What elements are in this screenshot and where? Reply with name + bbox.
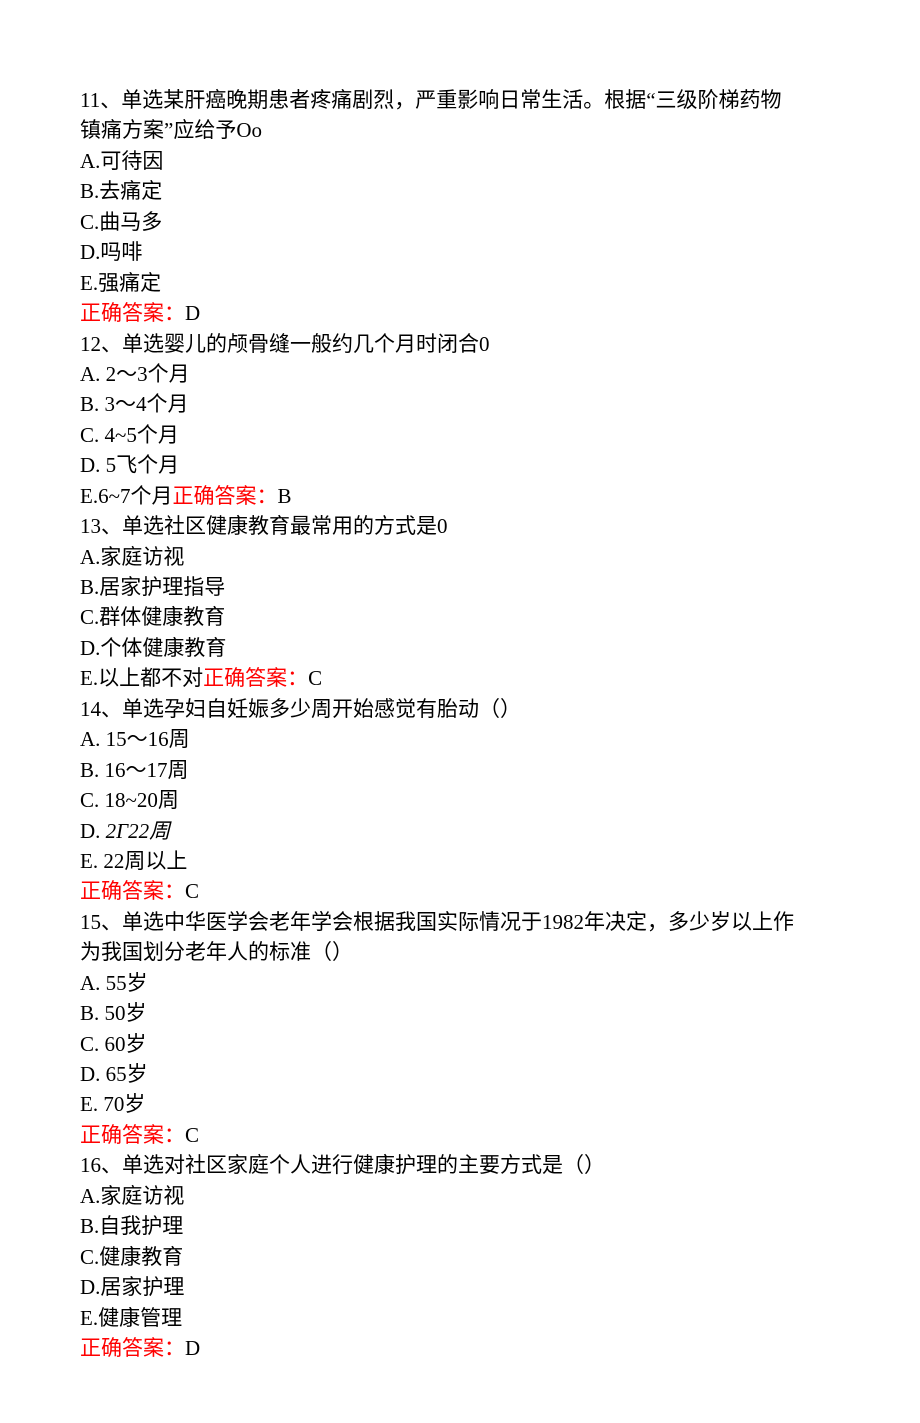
option-b: B.居家护理指导 <box>80 572 840 602</box>
answer-label: 正确答案： <box>203 666 308 690</box>
option-b: B. 16～17周 <box>80 755 840 785</box>
option-c: C. 4~5个月 <box>80 420 840 450</box>
option-d: D.个体健康教育 <box>80 633 840 663</box>
question-stem: 13、单选社区健康教育最常用的方式是0 <box>80 511 840 541</box>
answer-value: D <box>185 1336 200 1360</box>
option-a: A.家庭访视 <box>80 542 840 572</box>
answer-label: 正确答案： <box>80 1123 185 1147</box>
option-a: A.可待因 <box>80 146 840 176</box>
option-d: D.居家护理 <box>80 1272 840 1302</box>
option-a: A. 15～16周 <box>80 724 840 754</box>
option-c: C. 18~20周 <box>80 785 840 815</box>
option-d-italic-text: 2Γ22周 <box>100 819 170 843</box>
answer-value: D <box>185 301 200 325</box>
question-14: 14、单选孕妇自妊娠多少周开始感觉有胎动（） A. 15～16周 B. 16～1… <box>80 694 840 907</box>
option-a: A. 55岁 <box>80 968 840 998</box>
option-e: E. 22周以上 <box>80 846 840 876</box>
option-b: B. 3～4个月 <box>80 389 840 419</box>
option-c: C.群体健康教育 <box>80 602 840 632</box>
option-e: E.6~7个月 <box>80 484 172 508</box>
question-stem: 为我国划分老年人的标准（） <box>80 937 840 967</box>
option-e: E.以上都不对 <box>80 666 203 690</box>
option-e: E.强痛定 <box>80 268 840 298</box>
answer-line: 正确答案：D <box>80 298 840 328</box>
option-b: B.自我护理 <box>80 1211 840 1241</box>
option-b: B.去痛定 <box>80 176 840 206</box>
answer-line: 正确答案：C <box>80 1120 840 1150</box>
option-a: A. 2～3个月 <box>80 359 840 389</box>
answer-label: 正确答案： <box>80 879 185 903</box>
option-c: C.曲马多 <box>80 207 840 237</box>
question-13: 13、单选社区健康教育最常用的方式是0 A.家庭访视 B.居家护理指导 C.群体… <box>80 511 840 694</box>
option-e: E. 70岁 <box>80 1089 840 1119</box>
answer-value: C <box>185 1123 199 1147</box>
answer-value: C <box>185 879 199 903</box>
option-d: D. 5飞个月 <box>80 450 840 480</box>
question-15: 15、单选中华医学会老年学会根据我国实际情况于1982年决定，多少岁以上作 为我… <box>80 907 840 1151</box>
option-b: B. 50岁 <box>80 998 840 1028</box>
option-a: A.家庭访视 <box>80 1181 840 1211</box>
option-e-and-answer: E.6~7个月正确答案：B <box>80 481 840 511</box>
question-16: 16、单选对社区家庭个人进行健康护理的主要方式是（） A.家庭访视 B.自我护理… <box>80 1150 840 1363</box>
answer-value: B <box>277 484 291 508</box>
question-stem: 16、单选对社区家庭个人进行健康护理的主要方式是（） <box>80 1150 840 1180</box>
answer-label: 正确答案： <box>80 301 185 325</box>
question-stem: 15、单选中华医学会老年学会根据我国实际情况于1982年决定，多少岁以上作 <box>80 907 840 937</box>
answer-line: 正确答案：D <box>80 1333 840 1363</box>
question-stem: 11、单选某肝癌晚期患者疼痛剧烈，严重影响日常生活。根据“三级阶梯药物 <box>80 85 840 115</box>
answer-label: 正确答案： <box>172 484 277 508</box>
question-stem: 12、单选婴儿的颅骨缝一般约几个月时闭合0 <box>80 329 840 359</box>
question-12: 12、单选婴儿的颅骨缝一般约几个月时闭合0 A. 2～3个月 B. 3～4个月 … <box>80 329 840 512</box>
question-11: 11、单选某肝癌晚期患者疼痛剧烈，严重影响日常生活。根据“三级阶梯药物 镇痛方案… <box>80 85 840 329</box>
option-d-label: D. <box>80 819 100 843</box>
option-d: D. 65岁 <box>80 1059 840 1089</box>
option-d: D.吗啡 <box>80 237 840 267</box>
answer-line: 正确答案：C <box>80 876 840 906</box>
option-c: C.健康教育 <box>80 1242 840 1272</box>
question-stem: 14、单选孕妇自妊娠多少周开始感觉有胎动（） <box>80 694 840 724</box>
option-c: C. 60岁 <box>80 1029 840 1059</box>
question-stem: 镇痛方案”应给予Oo <box>80 115 840 145</box>
option-e: E.健康管理 <box>80 1303 840 1333</box>
answer-value: C <box>308 666 322 690</box>
option-e-and-answer: E.以上都不对正确答案：C <box>80 663 840 693</box>
answer-label: 正确答案： <box>80 1336 185 1360</box>
option-d: D. 2Γ22周 <box>80 816 840 846</box>
